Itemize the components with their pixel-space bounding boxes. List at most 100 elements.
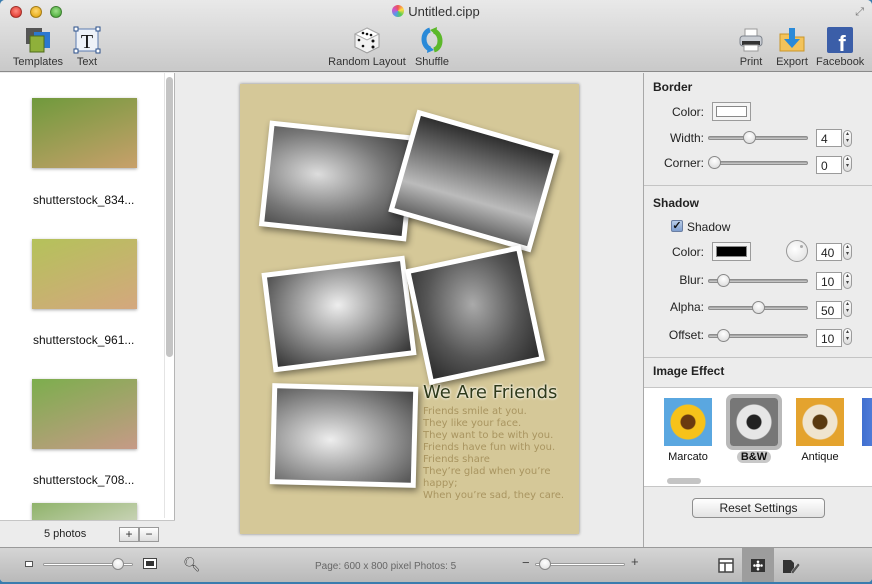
poem-line: Friends share [423, 454, 490, 465]
slider-track [708, 136, 808, 140]
shadow-angle-dial[interactable] [786, 240, 808, 262]
photo-thumbnail[interactable] [32, 503, 137, 520]
border-corner-stepper[interactable]: ▴ ▾ [843, 155, 852, 172]
collage-photo[interactable] [261, 255, 417, 373]
border-width-slider[interactable] [708, 131, 808, 144]
card-title[interactable]: We Are Friends [423, 382, 557, 403]
photo-thumbnail[interactable] [32, 239, 137, 309]
printer-icon [737, 26, 765, 54]
zoom-out-icon[interactable]: − [522, 555, 530, 570]
poem-line: Friends smile at you. [423, 406, 527, 417]
text-button[interactable]: T Text [72, 26, 102, 68]
shadow-checkbox-label: Shadow [687, 220, 731, 234]
shadow-checkbox[interactable]: ✓ [671, 220, 683, 232]
effect-label: Marcato [668, 451, 708, 463]
sidebar-scrollbar[interactable] [166, 77, 173, 357]
collage-page[interactable]: We Are Friends Friends smile at you. The… [240, 84, 579, 534]
border-color-swatch [716, 106, 747, 117]
page-info: Page: 600 x 800 pixel Photos: 5 [315, 561, 457, 572]
photo-list-sidebar: shutterstock_834... shutterstock_961... … [0, 73, 175, 547]
canvas-area: We Are Friends Friends smile at you. The… [176, 73, 643, 547]
thumbnail-size-slider[interactable] [43, 558, 133, 570]
slider-knob[interactable] [538, 558, 551, 570]
sunflower-antique-icon [796, 398, 844, 446]
shadow-offset-stepper[interactable]: ▴ ▾ [843, 328, 852, 345]
add-photo-button[interactable]: + [119, 527, 139, 542]
edit-page-view-button[interactable] [774, 548, 806, 582]
slider-knob[interactable] [708, 156, 721, 169]
inspector-panel: Border Color: Width: 4 ▴ ▾ Corner: 0 ▴ ▾ S… [643, 73, 872, 547]
effects-view-button[interactable] [742, 548, 774, 582]
shadow-angle-stepper[interactable]: ▴ ▾ [843, 243, 852, 260]
border-color-well[interactable] [712, 102, 751, 121]
shadow-blur-stepper[interactable]: ▴ ▾ [843, 272, 852, 289]
page-edit-icon [783, 560, 801, 575]
shuffle-button[interactable]: Shuffle [412, 26, 452, 68]
layout-view-button[interactable] [710, 548, 742, 582]
sunflower-blue-icon [862, 398, 872, 446]
shadow-blur-slider[interactable] [708, 274, 808, 287]
slider-knob[interactable] [112, 558, 125, 570]
photo-thumbnail[interactable] [32, 98, 137, 168]
effects-scrollbar[interactable] [667, 478, 701, 484]
shadow-alpha-field[interactable]: 50 [816, 301, 842, 319]
poem-line: When you’re sad, they care. [423, 490, 565, 501]
border-width-label: Width: [669, 131, 704, 145]
facebook-button[interactable]: f Facebook [816, 26, 864, 68]
zoom-in-icon[interactable]: + [631, 554, 639, 569]
facebook-icon: f [826, 26, 854, 56]
effect-bw[interactable]: B&W [726, 394, 782, 463]
card-poem[interactable]: Friends smile at you. They like your fac… [423, 406, 579, 502]
fullscreen-arrows-icon[interactable]: ⤢ [855, 6, 864, 19]
shadow-offset-field[interactable]: 10 [816, 329, 842, 347]
photo-name: shutterstock_834... [33, 193, 135, 207]
app-window: Untitled.cipp ⤢ Templates T Text Random … [0, 0, 872, 582]
layout-icon [718, 558, 734, 573]
shadow-color-swatch [716, 246, 747, 257]
shadow-offset-slider[interactable] [708, 329, 808, 342]
photo-name: shutterstock_708... [33, 473, 135, 487]
slider-knob[interactable] [716, 329, 730, 342]
remove-photo-button[interactable]: − [139, 527, 159, 542]
document-icon [392, 5, 405, 17]
text-icon: T [73, 26, 101, 54]
slider-knob[interactable] [751, 301, 765, 314]
svg-text:T: T [81, 31, 93, 53]
sunflower-bw-icon [726, 394, 782, 450]
shadow-blur-label: Blur: [679, 273, 704, 287]
shadow-alpha-stepper[interactable]: ▴ ▾ [843, 300, 852, 317]
text-label: Text [76, 56, 98, 68]
shadow-angle-field[interactable]: 40 [816, 243, 842, 261]
zoom-slider[interactable] [535, 558, 625, 570]
zoom-fit-icon[interactable]: 🔍︎ [183, 556, 201, 573]
print-button[interactable]: Print [736, 26, 766, 68]
border-corner-slider[interactable] [708, 156, 808, 169]
sidebar-footer: 5 photos + − [0, 520, 175, 547]
window-title-text: Untitled.cipp [408, 4, 480, 19]
effect-antique[interactable]: Antique [795, 398, 845, 463]
border-corner-field[interactable]: 0 [816, 156, 842, 174]
print-label: Print [739, 56, 763, 68]
reset-settings-button[interactable]: Reset Settings [692, 498, 825, 518]
random-layout-button[interactable]: Random Layout [328, 26, 406, 68]
slider-track [708, 161, 808, 165]
shadow-alpha-slider[interactable] [708, 301, 808, 314]
photo-name: shutterstock_961... [33, 333, 135, 347]
shadow-blur-field[interactable]: 10 [816, 272, 842, 290]
templates-button[interactable]: Templates [12, 26, 64, 68]
window-title: Untitled.cipp [0, 4, 872, 19]
effect-marcato[interactable]: Marcato [663, 398, 713, 463]
collage-photo[interactable] [258, 120, 418, 242]
export-button[interactable]: Export [774, 26, 810, 68]
collage-photo[interactable] [388, 109, 560, 253]
border-width-field[interactable]: 4 [816, 129, 842, 147]
slider-knob[interactable] [716, 274, 730, 287]
photo-thumbnail[interactable] [32, 379, 137, 449]
shadow-color-well[interactable] [712, 242, 751, 261]
collage-photo[interactable] [405, 245, 545, 385]
slider-knob[interactable] [742, 131, 756, 144]
effect-next-partial[interactable] [861, 398, 872, 446]
collage-photo[interactable] [269, 383, 419, 488]
border-width-stepper[interactable]: ▴ ▾ [843, 130, 852, 147]
effect-label: Antique [801, 451, 839, 463]
